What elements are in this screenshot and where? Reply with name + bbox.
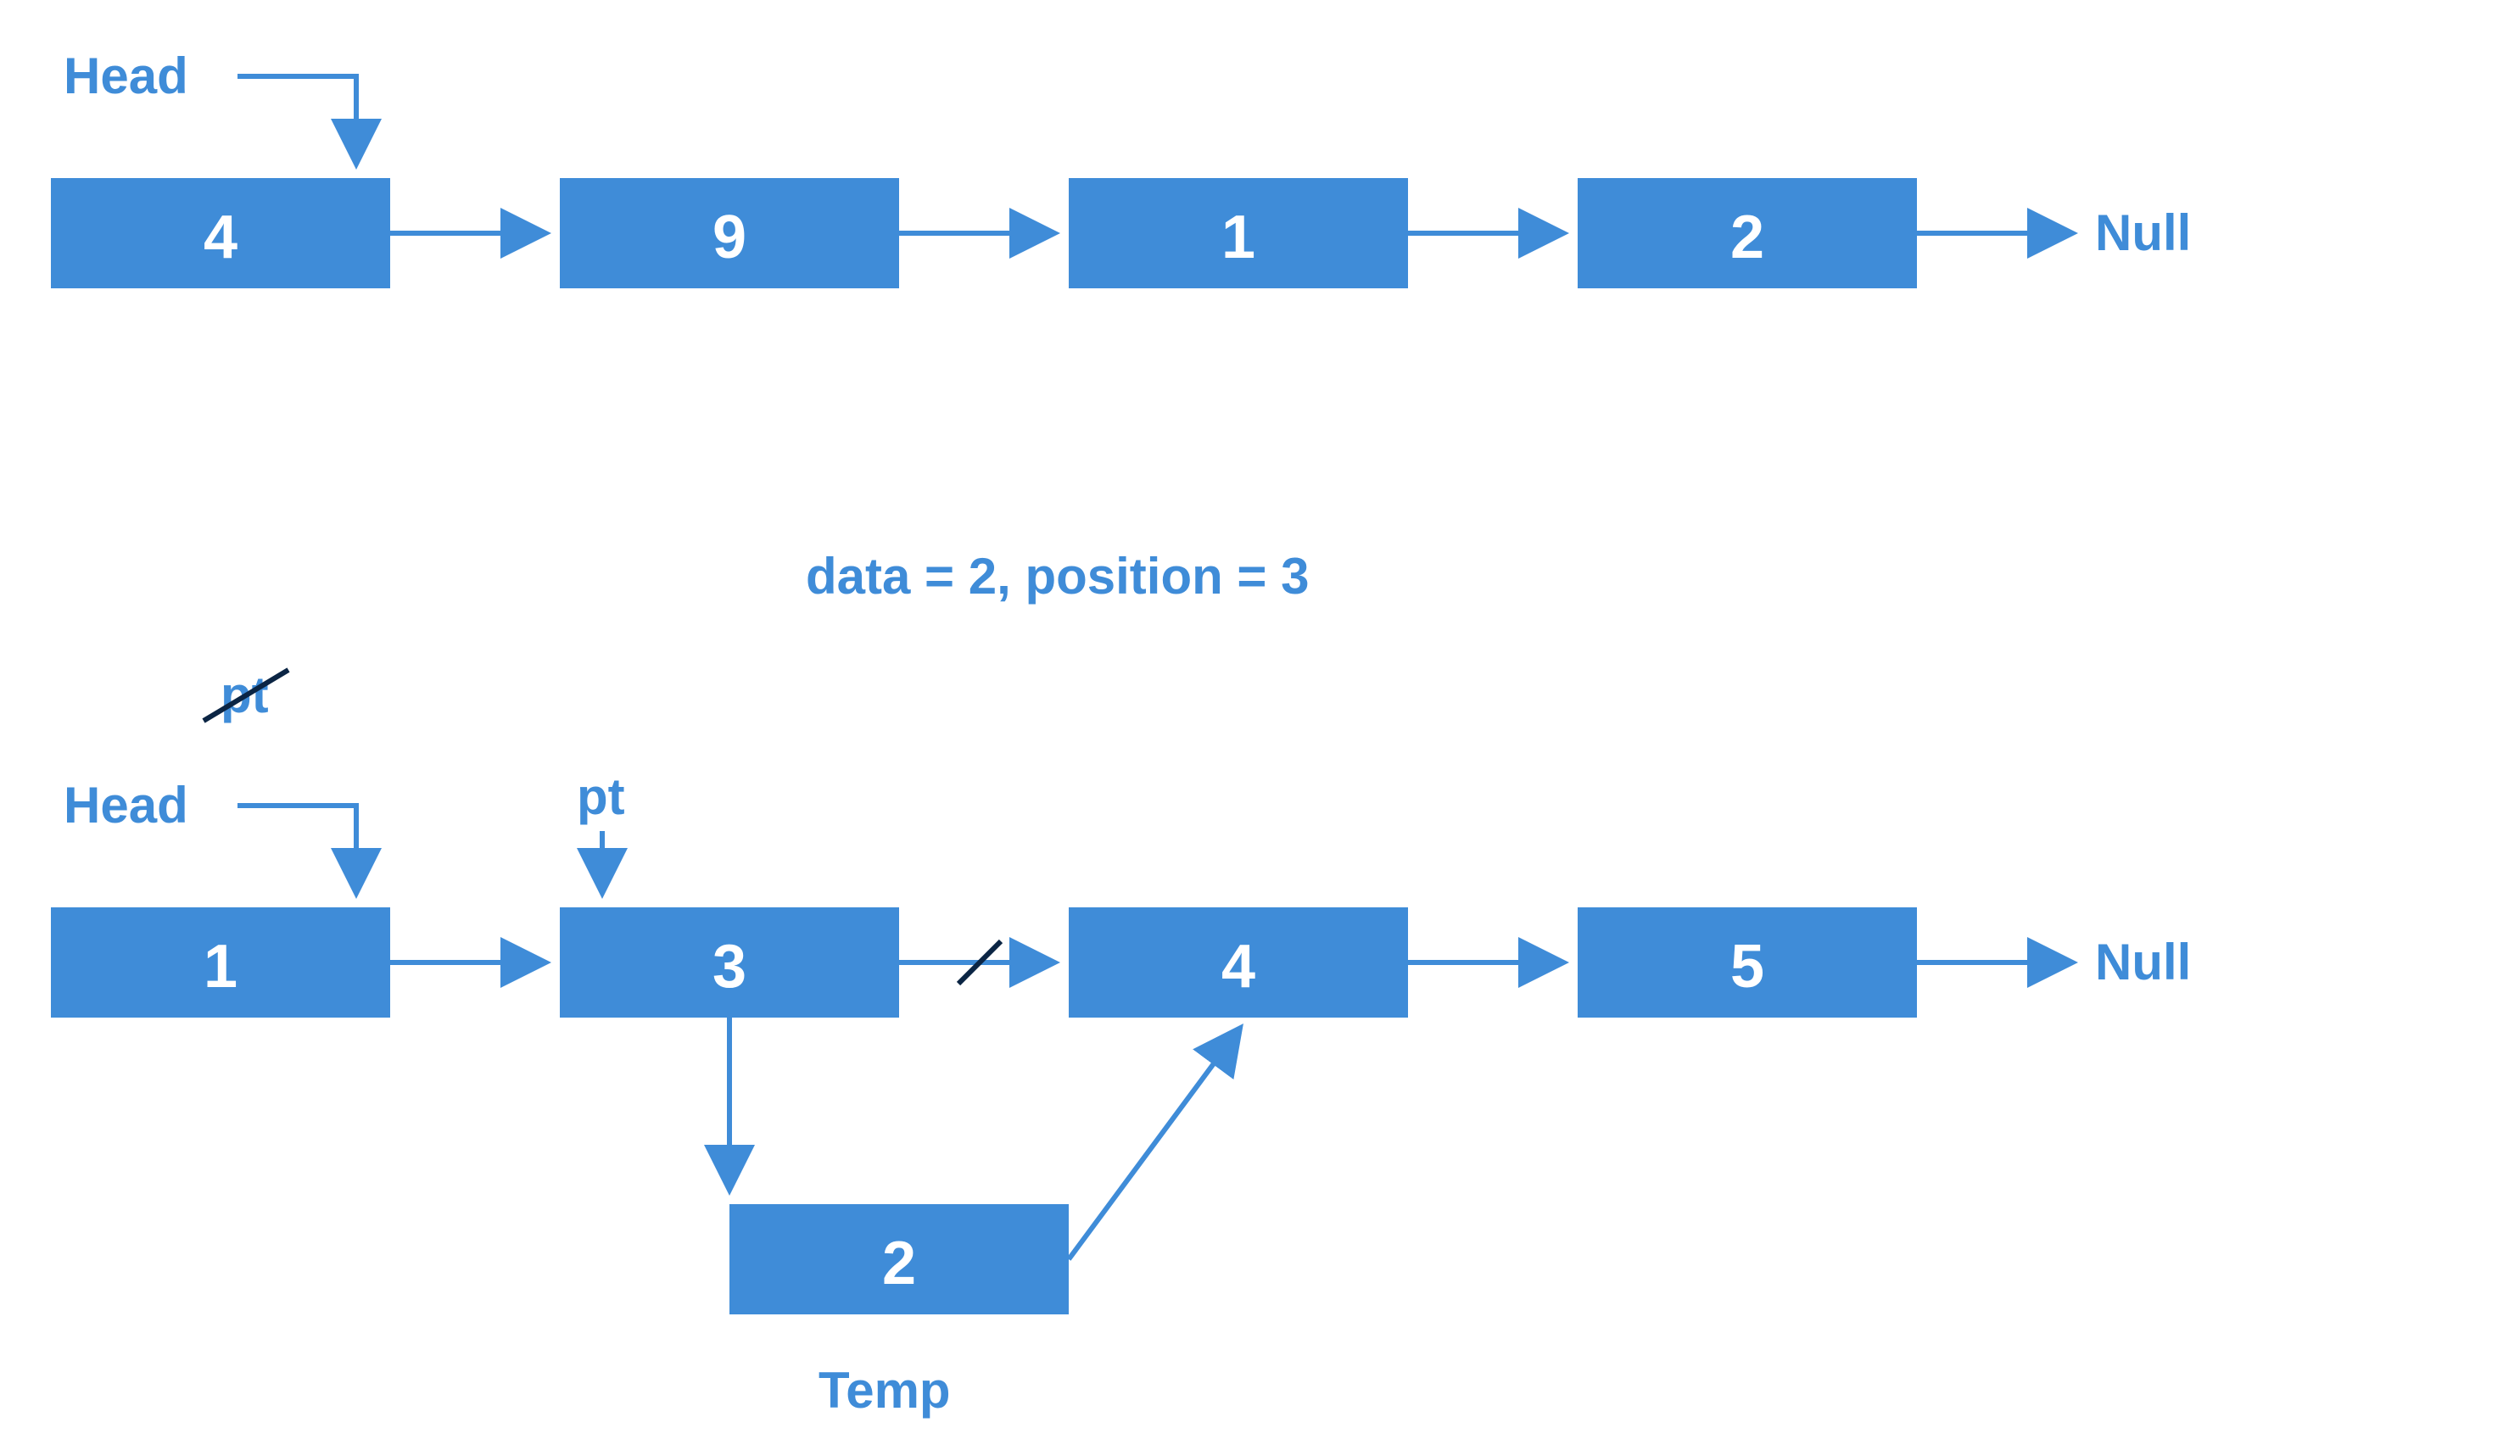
- temp-node-value: 2: [882, 1230, 916, 1297]
- head-arrow-bottom: [237, 806, 356, 890]
- top-node-1-value: 9: [712, 204, 746, 271]
- head-label-bottom: Head: [64, 777, 188, 834]
- bottom-node-3-value: 5: [1730, 933, 1764, 1001]
- top-null-label: Null: [2095, 204, 2191, 261]
- temp-label: Temp: [819, 1362, 951, 1419]
- info-text: data = 2, position = 3: [806, 548, 1310, 605]
- bottom-node-0-value: 1: [204, 933, 237, 1001]
- link-temp-to-node2: [1069, 1030, 1238, 1259]
- bottom-node-1-value: 3: [712, 933, 746, 1001]
- top-node-2-value: 1: [1221, 204, 1255, 271]
- pt-label: pt: [577, 768, 625, 825]
- top-node-0-value: 4: [204, 204, 237, 271]
- top-node-3-value: 2: [1730, 204, 1764, 271]
- bottom-node-2-value: 4: [1221, 933, 1255, 1001]
- head-label-top: Head: [64, 47, 188, 104]
- head-arrow-top: [237, 76, 356, 161]
- bottom-null-label: Null: [2095, 934, 2191, 990]
